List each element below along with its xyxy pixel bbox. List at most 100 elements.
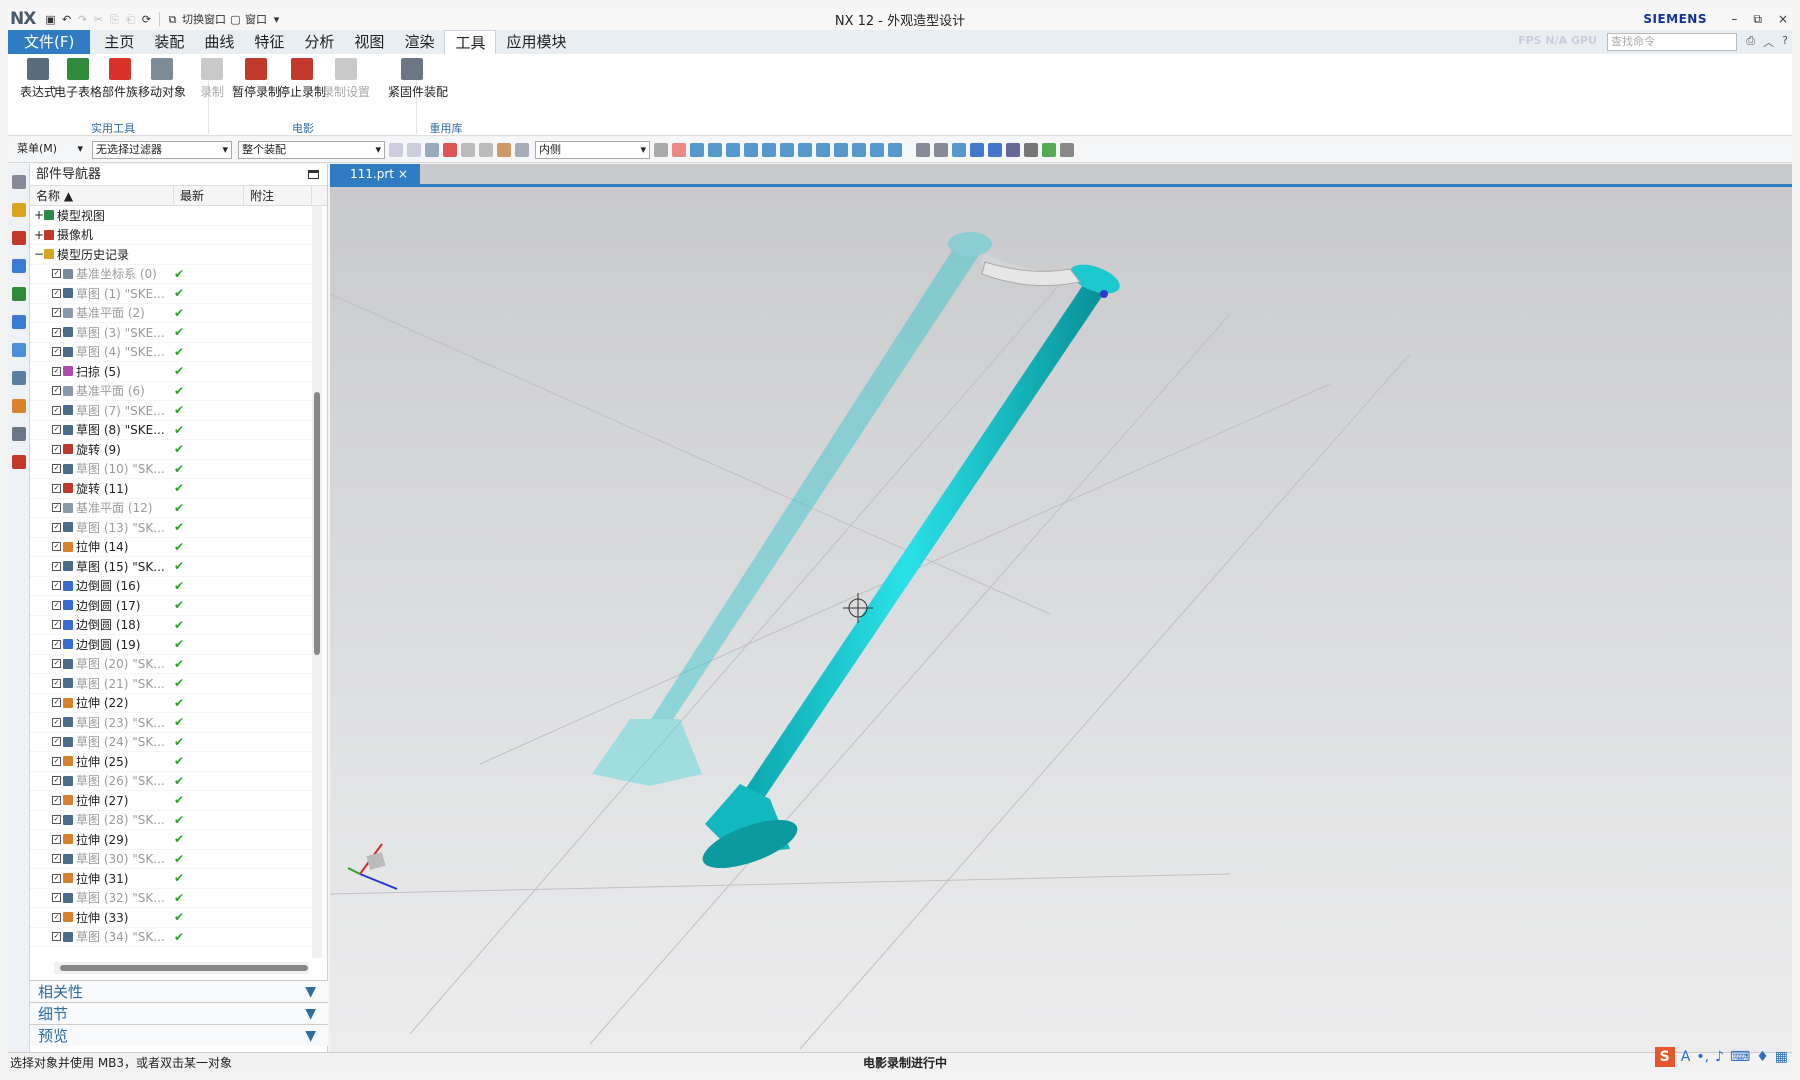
visibility-checkbox[interactable]: ✓ xyxy=(52,893,61,903)
tab-view[interactable]: 视图 xyxy=(344,30,394,54)
visibility-checkbox[interactable]: ✓ xyxy=(52,639,61,649)
visibility-checkbox[interactable]: ✓ xyxy=(52,795,61,805)
help-icon[interactable]: ? xyxy=(1782,34,1788,50)
feature-row[interactable]: ✓ 边倒圆 (18) ✔ xyxy=(30,616,312,635)
visibility-checkbox[interactable]: ✓ xyxy=(52,444,61,454)
feature-row[interactable]: ✓ 扫掠 (5) ✔ xyxy=(30,362,312,382)
snap-point-icon[interactable] xyxy=(780,142,794,157)
feature-row[interactable]: ✓ 草图 (13) "SK... ✔ xyxy=(30,518,312,538)
feature-row[interactable]: ✓ 基准平面 (2) ✔ xyxy=(30,304,312,323)
feature-row[interactable]: ✓ 拉伸 (22) ✔ xyxy=(30,694,312,713)
layout-icon[interactable] xyxy=(934,142,948,157)
snap-icon[interactable] xyxy=(461,142,475,157)
part-family-button[interactable]: 部件族 xyxy=(96,58,144,100)
tab-feature[interactable]: 特征 xyxy=(244,30,294,54)
visibility-checkbox[interactable]: ✓ xyxy=(52,425,61,435)
copy-icon[interactable]: ⎘ xyxy=(108,13,121,26)
visibility-checkbox[interactable]: ✓ xyxy=(52,737,61,747)
visibility-checkbox[interactable]: ✓ xyxy=(52,834,61,844)
feature-row[interactable]: ✓ 拉伸 (33) ✔ xyxy=(30,908,312,928)
reuse-library-icon[interactable] xyxy=(11,287,26,301)
feature-row[interactable]: ✓ 拉伸 (14) ✔ xyxy=(30,538,312,557)
tab-tools[interactable]: 工具 xyxy=(444,30,497,54)
expand-toggle-icon[interactable]: + xyxy=(34,208,44,222)
feature-row[interactable]: ✓ 草图 (32) "SK... ✔ xyxy=(30,889,312,908)
visibility-checkbox[interactable]: ✓ xyxy=(52,756,61,766)
selection-scope-dropdown[interactable]: 整个装配 xyxy=(238,140,385,159)
minimize-button[interactable]: – xyxy=(1731,12,1737,27)
settings-icon[interactable] xyxy=(1060,142,1074,157)
chevron-down-icon[interactable]: ▼ xyxy=(305,981,316,1003)
collapse-icon[interactable]: ︿ xyxy=(1763,34,1774,50)
expand-toggle-icon[interactable]: + xyxy=(34,228,44,242)
feature-row[interactable]: ✓ 草图 (3) "SKE... ✔ xyxy=(30,323,312,343)
box-select-icon[interactable] xyxy=(515,142,529,157)
feature-row[interactable]: ✓ 基准平面 (12) ✔ xyxy=(30,499,312,518)
snap-point-icon[interactable] xyxy=(816,142,830,157)
fastener-assembly-button[interactable]: 紧固件装配 xyxy=(388,58,448,100)
sogou-logo-icon[interactable]: S xyxy=(1654,1047,1675,1067)
view-icon[interactable] xyxy=(672,142,686,157)
model-view[interactable] xyxy=(330,164,1792,1052)
feature-row[interactable]: ✓ 草图 (15) "SK... ✔ xyxy=(30,557,312,577)
graphics-window[interactable]: 111.prt × xyxy=(330,164,1792,1052)
snap-point-icon[interactable] xyxy=(870,142,884,157)
visibility-checkbox[interactable]: ✓ xyxy=(52,366,61,376)
microphone-icon[interactable]: ♪ xyxy=(1715,1047,1724,1067)
feature-row[interactable]: ✓ 旋转 (9) ✔ xyxy=(30,440,312,460)
visibility-checkbox[interactable]: ✓ xyxy=(52,464,61,474)
view-icon[interactable] xyxy=(654,142,668,157)
feature-row[interactable]: ✓ 草图 (34) "SK... ✔ xyxy=(30,928,312,947)
restore-button[interactable]: ⧉ xyxy=(1753,12,1762,27)
feature-row[interactable]: ✓ 草图 (1) "SKE... ✔ xyxy=(30,284,312,304)
save-icon[interactable]: ▣ xyxy=(44,13,57,26)
visibility-checkbox[interactable]: ✓ xyxy=(52,698,61,708)
snap-point-icon[interactable] xyxy=(888,142,902,157)
feature-row[interactable]: ✓ 拉伸 (27) ✔ xyxy=(30,791,312,811)
feature-select-icon[interactable] xyxy=(443,142,457,157)
snap-icon[interactable] xyxy=(479,142,493,157)
visibility-checkbox[interactable]: ✓ xyxy=(52,405,61,415)
process-studio-icon[interactable] xyxy=(11,399,26,413)
feature-row[interactable]: ✓ 草图 (30) "SK... ✔ xyxy=(30,850,312,869)
visibility-checkbox[interactable]: ✓ xyxy=(52,873,61,883)
material-icon[interactable] xyxy=(1042,142,1056,157)
feature-row[interactable]: ✓ 拉伸 (25) ✔ xyxy=(30,752,312,772)
snap-point-icon[interactable] xyxy=(708,142,722,157)
group-label-reuse-library[interactable]: 重用库 xyxy=(416,120,476,136)
snap-point-icon[interactable] xyxy=(762,142,776,157)
roles-icon[interactable] xyxy=(11,427,26,441)
stop-record-button[interactable]: 停止录制 xyxy=(278,58,326,100)
snap-point-icon[interactable] xyxy=(744,142,758,157)
web-browser-icon[interactable] xyxy=(11,315,26,329)
expand-toggle-icon[interactable]: − xyxy=(34,247,44,261)
command-search-input[interactable]: 查找命令 xyxy=(1607,33,1737,51)
part-navigator-icon[interactable] xyxy=(11,259,26,273)
visibility-checkbox[interactable]: ✓ xyxy=(52,932,61,942)
record-settings-button[interactable]: 录制设置 xyxy=(322,58,370,100)
group-label-movie[interactable]: 电影 xyxy=(258,120,348,136)
visibility-checkbox[interactable]: ✓ xyxy=(52,386,61,396)
feature-row[interactable]: ✓ 草图 (28) "SK... ✔ xyxy=(30,811,312,830)
punctuation-icon[interactable]: •, xyxy=(1696,1047,1709,1067)
file-menu[interactable]: 文件(F) xyxy=(8,30,91,54)
visibility-checkbox[interactable]: ✓ xyxy=(52,269,61,279)
details-panel[interactable]: 细节 ▼ xyxy=(30,1002,328,1024)
visibility-checkbox[interactable]: ✓ xyxy=(52,522,61,532)
visibility-checkbox[interactable]: ✓ xyxy=(52,308,61,318)
paste-icon[interactable]: ⎗ xyxy=(124,13,137,26)
tree-node[interactable]: − 模型历史记录 xyxy=(30,245,312,265)
feature-row[interactable]: ✓ 草图 (24) "SK... ✔ xyxy=(30,733,312,752)
visibility-checkbox[interactable]: ✓ xyxy=(52,288,61,298)
selection-filter-dropdown[interactable]: 无选择过滤器 xyxy=(92,140,232,159)
group-label-utilities[interactable]: 实用工具 xyxy=(68,120,158,136)
gear-icon[interactable] xyxy=(11,175,26,189)
visibility-checkbox[interactable]: ✓ xyxy=(52,542,61,552)
tab-curve[interactable]: 曲线 xyxy=(194,30,244,54)
redo-icon[interactable]: ↷ xyxy=(76,13,89,26)
layout-icon[interactable] xyxy=(916,142,930,157)
assembly-navigator-icon[interactable] xyxy=(11,203,26,217)
wcs-icon[interactable] xyxy=(988,142,1002,157)
snap-point-icon[interactable] xyxy=(726,142,740,157)
feature-row[interactable]: ✓ 草图 (8) "SKE... ✔ xyxy=(30,421,312,440)
